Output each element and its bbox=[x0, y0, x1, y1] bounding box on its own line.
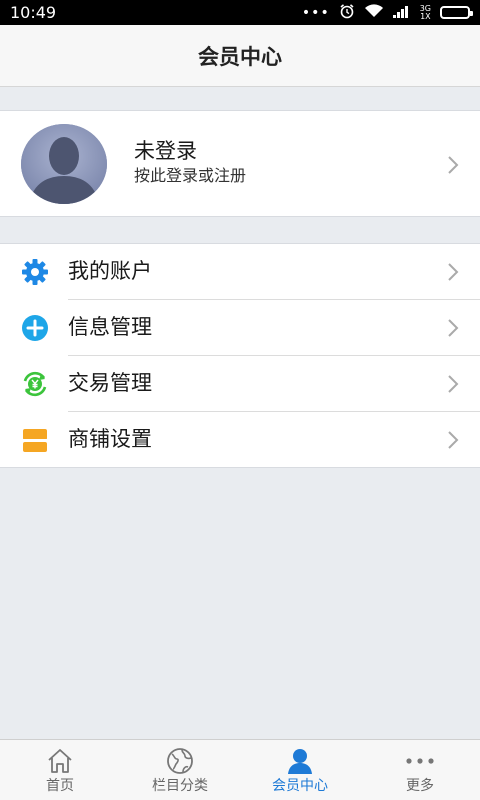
menu-item-my-account[interactable]: 我的账户 bbox=[0, 244, 480, 300]
tab-more[interactable]: 更多 bbox=[360, 740, 480, 800]
tab-home[interactable]: 首页 bbox=[0, 740, 120, 800]
menu-item-info-management[interactable]: 信息管理 bbox=[0, 300, 480, 356]
chevron-right-icon bbox=[444, 319, 462, 337]
page-title: 会员中心 bbox=[198, 44, 282, 69]
status-icons: ••• 3G 1X bbox=[301, 3, 473, 23]
network-type: 3G 1X bbox=[419, 3, 431, 21]
avatar bbox=[21, 124, 107, 204]
yen-exchange-icon bbox=[21, 370, 49, 398]
chevron-right-icon bbox=[444, 156, 462, 174]
tab-label: 栏目分类 bbox=[152, 778, 208, 794]
tab-label: 首页 bbox=[46, 778, 74, 794]
menu-label: 我的账户 bbox=[68, 259, 152, 283]
wifi-icon bbox=[364, 3, 384, 22]
bottom-tab-bar: 首页 栏目分类 会员中心 更多 bbox=[0, 739, 480, 800]
home-icon bbox=[45, 747, 75, 775]
menu-label: 信息管理 bbox=[68, 315, 152, 339]
alarm-icon bbox=[339, 3, 355, 23]
battery-icon bbox=[440, 6, 473, 19]
profile-text: 未登录 按此登录或注册 bbox=[134, 138, 246, 187]
chevron-right-icon bbox=[444, 431, 462, 449]
menu-label: 商铺设置 bbox=[68, 427, 152, 451]
signal-icon bbox=[392, 3, 411, 22]
shop-icon bbox=[21, 426, 49, 454]
member-menu-list: 我的账户 信息管理 交易管理 商铺设置 bbox=[0, 243, 480, 468]
chevron-right-icon bbox=[444, 263, 462, 281]
app-header: 会员中心 bbox=[0, 25, 480, 87]
plus-circle-icon bbox=[21, 314, 49, 342]
profile-login-hint: 按此登录或注册 bbox=[134, 166, 247, 185]
menu-item-transaction-management[interactable]: 交易管理 bbox=[0, 356, 480, 412]
globe-icon bbox=[165, 747, 195, 775]
user-icon bbox=[285, 747, 315, 775]
status-bar: 10:49 ••• 3G 1X bbox=[0, 0, 480, 25]
menu-label: 交易管理 bbox=[68, 371, 152, 395]
tab-categories[interactable]: 栏目分类 bbox=[120, 740, 240, 800]
menu-item-shop-settings[interactable]: 商铺设置 bbox=[0, 412, 480, 468]
login-profile-card[interactable]: 未登录 按此登录或注册 bbox=[0, 110, 480, 217]
profile-name: 未登录 bbox=[134, 139, 197, 163]
more-icon bbox=[405, 747, 435, 775]
status-time: 10:49 bbox=[10, 3, 57, 22]
chevron-right-icon bbox=[444, 375, 462, 393]
tab-label: 更多 bbox=[406, 778, 434, 794]
notification-dots: ••• bbox=[301, 4, 330, 21]
gear-icon bbox=[21, 258, 49, 286]
tab-member-center[interactable]: 会员中心 bbox=[240, 740, 360, 800]
tab-label: 会员中心 bbox=[272, 778, 328, 794]
